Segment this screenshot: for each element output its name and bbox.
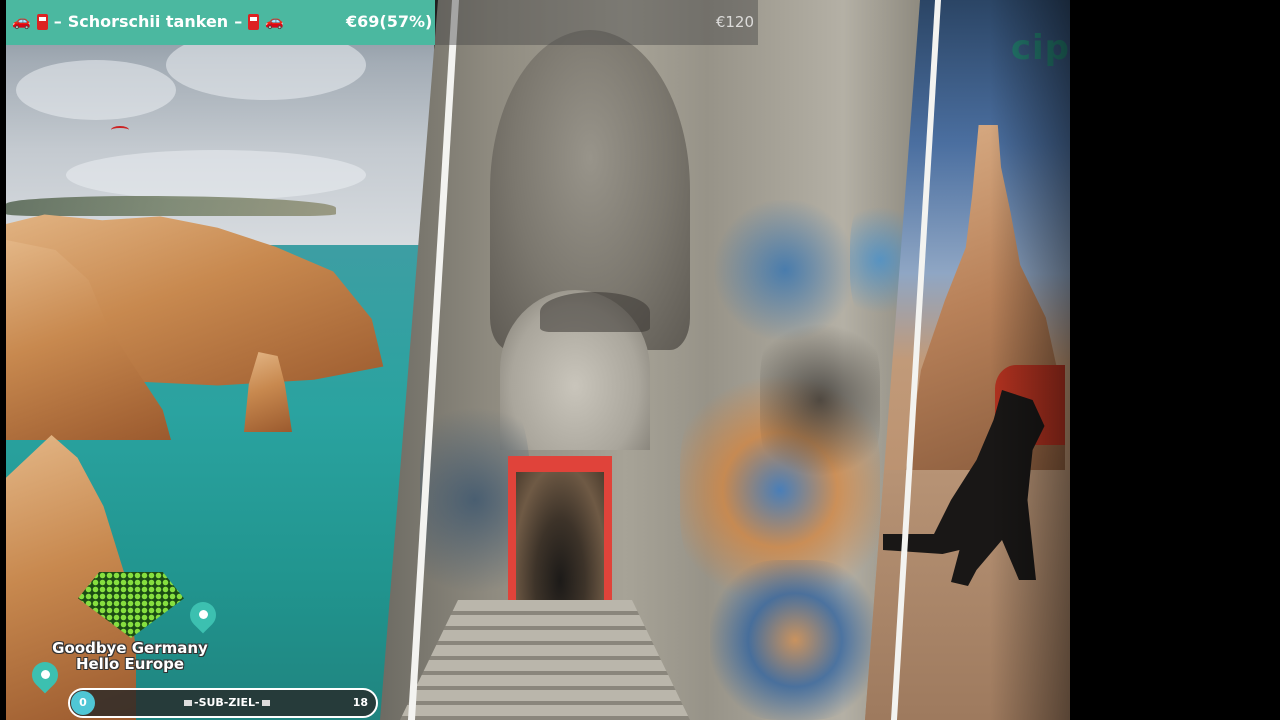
fuel-bar-title-text: Schorschii tanken (67, 12, 229, 31)
cloud (16, 60, 176, 120)
logo-line-1: Goodbye Germany (52, 639, 208, 657)
car-icon: 🚗 (265, 12, 284, 30)
fuel-goal: €120 (715, 13, 754, 31)
sub-goal-target: 18 (352, 696, 368, 709)
doorway-interior (516, 472, 604, 608)
stairs (400, 600, 690, 720)
arch-shadow (540, 292, 650, 332)
graffiti (760, 300, 880, 500)
sub-goal-bar: 0 -SUB-ZIEL- 18 (68, 688, 378, 718)
flag-icon (261, 700, 270, 706)
title-separator: – (53, 12, 62, 31)
bird (111, 126, 129, 134)
sub-goal-label-text: -SUB-ZIEL- (194, 696, 260, 709)
title-separator: – (234, 12, 243, 31)
logo-text: Goodbye Germany Hello Europe (40, 640, 220, 672)
goodbye-germany-logo: Goodbye Germany Hello Europe (26, 570, 222, 694)
map-pin-icon (184, 596, 222, 636)
sub-count: 0 (71, 691, 95, 715)
photo-graffiti-tunnel (380, 0, 925, 720)
sub-goal-label: -SUB-ZIEL- (182, 696, 272, 709)
tree-icon (78, 572, 184, 638)
fuel-pump-icon (248, 13, 260, 30)
fuel-pump-icon (36, 13, 48, 30)
car-icon: 🚗 (12, 12, 31, 30)
fuel-amount: €69(57%) (346, 12, 433, 31)
fuel-donation-bar: 🚗 – Schorschii tanken – 🚗 €69(57%) €120 (6, 0, 758, 45)
graffiti (710, 560, 880, 720)
cloud (66, 150, 366, 200)
logo-line-2: Hello Europe (75, 655, 185, 673)
stream-overlay: cip 🚗 – Schorschii tanken – 🚗 €69(57%) €… (0, 0, 1280, 720)
edge-fade (990, 0, 1070, 720)
fuel-bar-title: 🚗 – Schorschii tanken – 🚗 (12, 12, 284, 31)
flag-icon (184, 700, 192, 706)
